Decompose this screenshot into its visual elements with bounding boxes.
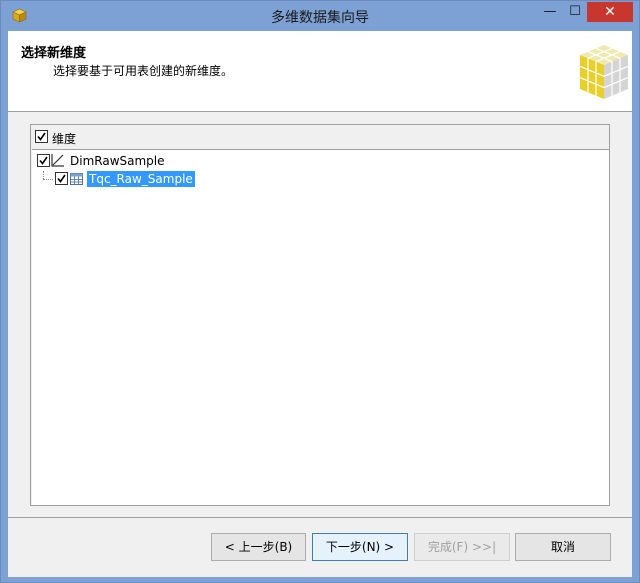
footer-divider [8,517,632,518]
tree-connector-vertical [43,171,44,179]
tree-item-label[interactable]: DimRawSample [70,154,165,168]
cancel-button[interactable]: 取消 [515,533,611,561]
minimize-button[interactable]: — [539,2,561,22]
table-icon [70,172,84,186]
tree-connector-horizontal [43,179,53,180]
dimension-icon [51,153,65,167]
table-checkbox[interactable] [55,172,68,185]
cube-icon [576,41,632,103]
page-description: 选择要基于可用表创建的新维度。 [53,64,234,78]
select-all-checkbox[interactable] [35,130,48,143]
dimension-checkbox[interactable] [37,154,50,167]
close-button[interactable]: ✕ [587,2,633,22]
dimension-tree[interactable]: DimRawSample Tqc_Raw_Sample [32,149,609,505]
dimension-column-header: 维度 [31,125,609,149]
tree-item-label-selected[interactable]: Tqc_Raw_Sample [87,171,195,187]
maximize-button[interactable]: ☐ [564,2,586,22]
finish-button: 完成(F) >>| [414,533,510,561]
dimension-list-frame: 维度 DimRawSample Tqc_Raw_Sample [30,124,610,506]
wizard-client-area: 选择新维度 选择要基于可用表创建的新维度。 维度 DimRawSample Tq… [8,31,632,577]
wizard-header: 选择新维度 选择要基于可用表创建的新维度。 [8,31,632,112]
wizard-window: 多维数据集向导 — ☐ ✕ 选择新维度 选择要基于可用表创建的新维度。 维度 D… [0,0,640,583]
column-header-label: 维度 [52,132,77,146]
title-bar[interactable]: 多维数据集向导 — ☐ ✕ [1,1,639,31]
page-title: 选择新维度 [21,46,87,61]
back-button[interactable]: < 上一步(B) [211,533,306,561]
next-button[interactable]: 下一步(N) > [312,533,408,561]
